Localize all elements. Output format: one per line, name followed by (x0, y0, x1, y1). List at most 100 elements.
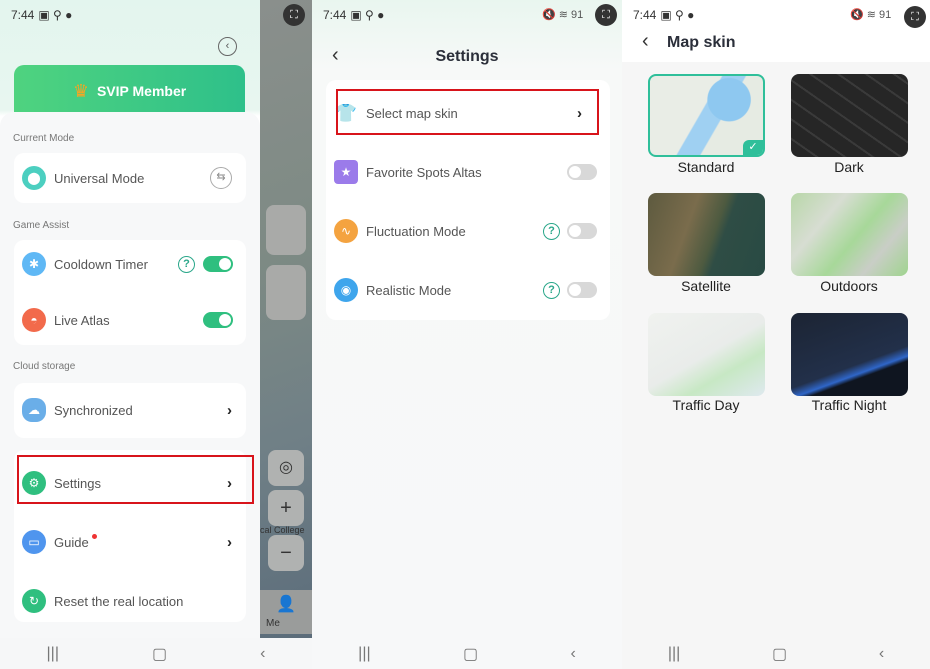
new-badge-dot (91, 533, 97, 539)
section-cloud-storage: Cloud storage (13, 361, 76, 372)
cooldown-timer-toggle[interactable] (203, 256, 233, 272)
status-time: 7:44 (323, 8, 347, 22)
home-button[interactable]: ▢ (772, 644, 787, 664)
pokeball-icon: ◓ (22, 308, 46, 332)
skin-standard[interactable]: ✓ (648, 74, 765, 157)
me-label: Me (266, 618, 280, 629)
book-icon: ▭ (22, 530, 46, 554)
favorite-spots-label: Favorite Spots Altas (366, 164, 482, 180)
zoom-out-button[interactable]: − (268, 535, 304, 571)
highlight-box (336, 89, 599, 135)
screen-menu: ◎ + cal College − 👤 Me 7:44 ▣ ⚲ ● ‹ ♛ SVI… (0, 0, 312, 669)
crown-icon: ♛ (72, 80, 89, 101)
fluctuation-mode-item: ∿ Fluctuation Mode? (326, 211, 610, 251)
system-nav-bar: ||| ▢ ‹ (312, 638, 622, 669)
map-control-1[interactable] (266, 205, 306, 255)
cloud-check-icon: ☁ (22, 398, 46, 422)
system-nav-bar: ||| ▢ ‹ (622, 638, 930, 669)
skin-dark[interactable] (791, 74, 908, 157)
favorite-spots-item: ★ Favorite Spots Altas (326, 152, 610, 192)
system-icons: 🔇 ≋ 91 (850, 9, 892, 21)
person-icon: 👤 (276, 596, 296, 613)
section-current-mode: Current Mode (13, 133, 75, 144)
reset-location-label: Reset the real location (54, 593, 184, 609)
skin-label: Dark (834, 159, 864, 175)
drawer: 7:44 ▣ ⚲ ● ‹ ♛ SVIP Member Current Mode ⬤… (0, 0, 260, 638)
map-label: cal College (260, 525, 305, 535)
cooldown-timer-label: Cooldown Timer (54, 256, 148, 272)
realistic-mode-label: Realistic Mode (366, 282, 452, 298)
skin-label: Satellite (681, 278, 731, 294)
svip-banner[interactable]: ♛ SVIP Member (14, 65, 245, 117)
notification-icons: ▣ ⚲ ● (350, 8, 385, 22)
skin-traffic-night[interactable] (791, 313, 908, 396)
chevron-right-icon: › (227, 401, 232, 419)
chevron-right-icon: › (227, 533, 232, 551)
collapse-button[interactable]: ‹ (218, 37, 237, 56)
help-icon[interactable]: ? (543, 282, 560, 299)
zoom-in-button[interactable]: + (268, 490, 304, 526)
realistic-mode-toggle[interactable] (567, 282, 597, 298)
screen-settings: 7:44 ▣ ⚲ ● 🔇 ≋ 91 ⛶ ‹ Settings 👕 Select ma… (312, 0, 622, 669)
live-atlas-label: Live Atlas (54, 312, 110, 328)
recents-button[interactable]: ||| (668, 645, 680, 663)
planet-icon: ◉ (334, 278, 358, 302)
notification-icons: ▣ ⚲ ● (660, 8, 695, 22)
screenshot-icon[interactable]: ⛶ (283, 4, 305, 26)
home-button[interactable]: ▢ (463, 644, 478, 664)
help-icon[interactable]: ? (543, 223, 560, 240)
location-pin-icon: ⬤ (22, 166, 46, 190)
system-nav-bar: ||| ▢ ‹ (0, 638, 312, 669)
screenshot-icon[interactable]: ⛶ (595, 4, 617, 26)
screenshot-icon[interactable]: ⛶ (904, 6, 926, 28)
skin-label: Outdoors (820, 278, 878, 294)
universal-mode-label: Universal Mode (54, 170, 145, 186)
game-assist-card: ✱ Cooldown Timer ? ◓ Live Atlas (14, 240, 246, 345)
back-button[interactable]: ‹ (570, 645, 575, 663)
me-tab[interactable]: 👤 Me (260, 590, 312, 634)
svip-label: SVIP Member (96, 83, 187, 99)
universal-mode-card[interactable]: ⬤ Universal Mode ⇆ (14, 153, 246, 203)
page-title: Settings (435, 48, 499, 65)
notification-icons: ▣ ⚲ ● (38, 8, 73, 22)
status-time: 7:44 (633, 8, 657, 22)
help-icon[interactable]: ? (178, 256, 195, 273)
live-atlas-toggle[interactable] (203, 312, 233, 328)
section-game-assist: Game Assist (13, 220, 70, 231)
status-time: 7:44 (11, 8, 35, 22)
back-button[interactable]: ‹ (260, 645, 265, 663)
skin-traffic-day[interactable] (648, 313, 765, 396)
locate-icon[interactable]: ◎ (268, 450, 304, 486)
recents-button[interactable]: ||| (358, 645, 370, 663)
skin-label: Traffic Day (672, 397, 740, 413)
realistic-mode-item: ◉ Realistic Mode? (326, 270, 610, 310)
synchronized-item[interactable]: ☁ Synchronized › (14, 383, 246, 438)
selected-check-icon: ✓ (743, 140, 763, 155)
reset-location-item[interactable]: ↻ Reset the real location (14, 581, 246, 621)
recents-button[interactable]: ||| (47, 645, 59, 663)
favorite-spots-toggle[interactable] (567, 164, 597, 180)
skin-satellite[interactable] (648, 193, 765, 276)
back-button[interactable]: ‹ (642, 30, 649, 53)
skin-label: Traffic Night (811, 397, 887, 413)
page-title: Map skin (667, 34, 736, 51)
pulse-pin-icon: ∿ (334, 219, 358, 243)
map-background[interactable]: ◎ + cal College − 👤 Me (260, 0, 312, 638)
ticket-star-icon: ★ (334, 160, 358, 184)
screen-map-skin: 7:44 ▣ ⚲ ● 🔇 ≋ 91 ⛶ ‹ Map skin ✓ Standard… (622, 0, 930, 669)
synchronized-label: Synchronized (54, 402, 133, 418)
system-icons: 🔇 ≋ 91 (542, 9, 584, 21)
back-button[interactable]: ‹ (879, 645, 884, 663)
skin-label: Standard (677, 159, 735, 175)
map-control-2[interactable] (266, 265, 306, 320)
guide-label: Guide (54, 534, 89, 550)
home-button[interactable]: ▢ (152, 644, 167, 664)
reset-pin-icon: ↻ (22, 589, 46, 613)
skin-outdoors[interactable] (791, 193, 908, 276)
guide-item[interactable]: ▭ Guide › (14, 522, 246, 562)
fluctuation-mode-toggle[interactable] (567, 223, 597, 239)
snowflake-icon: ✱ (22, 252, 46, 276)
highlight-box (17, 455, 254, 504)
fluctuation-mode-label: Fluctuation Mode (366, 223, 466, 239)
switch-mode-icon[interactable]: ⇆ (210, 167, 232, 189)
